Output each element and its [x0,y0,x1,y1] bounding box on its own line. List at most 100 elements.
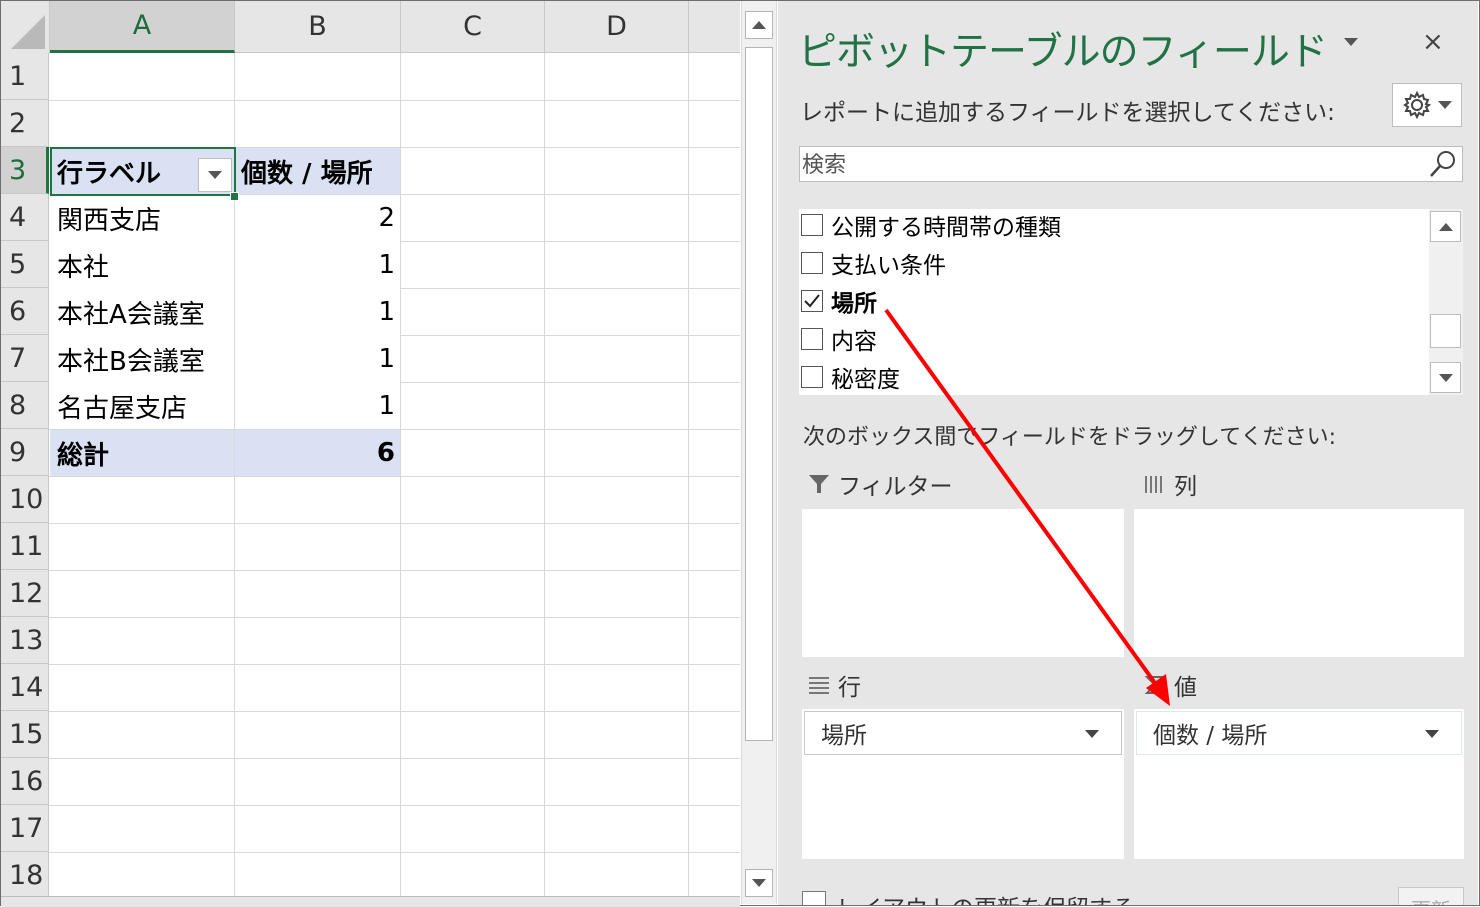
update-button[interactable]: 更新 [1398,887,1464,905]
columns-area-label: 列 [1174,474,1197,500]
scroll-thumb[interactable] [745,47,773,741]
field-item[interactable]: 内容 [801,320,877,358]
close-icon[interactable]: × [1422,29,1444,55]
field-list-scrollbar[interactable] [1429,209,1463,395]
column-header-partial[interactable] [689,1,740,53]
rows-area-header: 行 [808,667,861,703]
column-header-c[interactable]: C [401,1,545,53]
field-checkbox[interactable] [801,366,823,388]
column-header-b[interactable]: B [235,1,401,53]
row-header-15[interactable]: 15 [1,711,49,758]
row-header-4[interactable]: 4 [1,194,49,241]
scroll-down-button[interactable] [745,869,773,897]
row-label-filter-button[interactable] [198,158,232,192]
pivot-row-value[interactable]: 1 [235,383,401,429]
dropdown-arrow-icon[interactable] [1425,730,1439,738]
sigma-icon [1144,676,1163,694]
search-input[interactable] [800,147,1424,183]
column-header-d[interactable]: D [545,1,689,53]
field-list: 公開する時間帯の種類 支払い条件 場所 内容 秘密度 [799,209,1463,395]
checkmark-icon [804,294,820,308]
field-label: 秘密度 [831,367,900,393]
search-icon[interactable] [1428,149,1458,179]
dropdown-arrow-icon [208,171,222,179]
row-header-17[interactable]: 17 [1,805,49,852]
pivot-row-label[interactable]: 本社 [51,242,234,288]
row-header-3[interactable]: 3 [1,147,49,194]
pane-title: ピボットテーブルのフィールド [798,30,1328,75]
values-area-label: 値 [1174,675,1197,701]
row-header-13[interactable]: 13 [1,617,49,664]
pivot-total-label[interactable]: 総計 [51,430,234,476]
values-area-item[interactable]: 個数 / 場所 [1136,711,1462,755]
row-header-14[interactable]: 14 [1,664,49,711]
sheet-tab-strip[interactable] [1,896,740,907]
pivot-row-label[interactable]: 本社A会議室 [51,289,234,335]
field-item[interactable]: 秘密度 [801,358,900,396]
field-item[interactable]: 公開する時間帯の種類 [801,206,1061,244]
row-header-12[interactable]: 12 [1,570,49,617]
select-all-corner[interactable] [1,1,50,54]
scroll-up-button[interactable] [745,11,773,39]
row-header-1[interactable]: 1 [1,53,49,100]
row-header-6[interactable]: 6 [1,288,49,335]
field-label: 内容 [831,329,877,355]
fill-handle[interactable] [230,192,239,201]
pivot-row-label[interactable]: 本社B会議室 [51,336,234,382]
row-header-11[interactable]: 11 [1,523,49,570]
field-list-scroll-thumb[interactable] [1430,314,1461,348]
field-item[interactable]: 支払い条件 [801,244,946,282]
pane-subtitle: レポートに追加するフィールドを選択してください: [800,100,1335,126]
pivot-total-value[interactable]: 6 [235,430,401,476]
pivot-row-value[interactable]: 1 [235,336,401,382]
rows-area-item-label: 場所 [821,723,867,749]
filter-area-label: フィルター [838,474,953,500]
values-drop-area[interactable]: 個数 / 場所 [1134,709,1464,859]
columns-drop-area[interactable] [1134,509,1464,657]
pivot-value-header[interactable]: 個数 / 場所 [235,148,401,194]
field-list-scroll-up[interactable] [1430,211,1461,242]
rows-area-item[interactable]: 場所 [804,711,1122,755]
pivot-row-value[interactable]: 2 [235,195,401,241]
field-list-scroll-down[interactable] [1430,362,1461,393]
defer-update-checkbox[interactable] [802,891,826,905]
field-search-box[interactable] [799,146,1463,183]
values-area-item-label: 個数 / 場所 [1153,723,1268,749]
row-header-5[interactable]: 5 [1,241,49,288]
pivot-row-label[interactable]: 関西支店 [51,195,234,241]
pivot-field-pane: ピボットテーブルのフィールド × レポートに追加するフィールドを選択してください… [778,1,1478,905]
row-header-10[interactable]: 10 [1,476,49,523]
worksheet[interactable]: A B C D 1 2 3 4 5 6 7 8 9 10 11 12 13 14… [1,1,740,905]
tools-button[interactable] [1392,83,1462,127]
arrow-up-icon [1438,222,1453,231]
dropdown-arrow-icon[interactable] [1085,730,1099,738]
values-area-header: 値 [1144,667,1197,703]
defer-update-row: レイアウトの更新を保留する 更新 [802,887,1464,905]
row-header-2[interactable]: 2 [1,100,49,147]
pivot-row-value[interactable]: 1 [235,242,401,288]
rows-icon [809,677,829,694]
rows-drop-area[interactable]: 場所 [802,709,1124,859]
row-header-8[interactable]: 8 [1,382,49,429]
row-header-9[interactable]: 9 [1,429,49,476]
field-checkbox-checked[interactable] [801,290,823,312]
columns-icon [1145,476,1162,493]
row-header-18[interactable]: 18 [1,852,49,899]
vertical-scrollbar[interactable] [741,1,777,904]
field-checkbox[interactable] [801,252,823,274]
filter-drop-area[interactable] [802,509,1124,657]
row-header-7[interactable]: 7 [1,335,49,382]
column-header-a[interactable]: A [50,1,235,53]
field-checkbox[interactable] [801,214,823,236]
pane-options-menu[interactable] [1344,38,1358,46]
row-header-16[interactable]: 16 [1,758,49,805]
pivot-row-label[interactable]: 名古屋支店 [51,383,234,429]
defer-update-label: レイアウトの更新を保留する [836,889,1135,905]
field-item[interactable]: 場所 [801,282,877,320]
filter-icon [809,475,829,493]
field-label: 支払い条件 [831,253,946,279]
arrow-down-icon [752,879,766,887]
gear-icon [1403,90,1432,120]
field-checkbox[interactable] [801,328,823,350]
pivot-row-value[interactable]: 1 [235,289,401,335]
